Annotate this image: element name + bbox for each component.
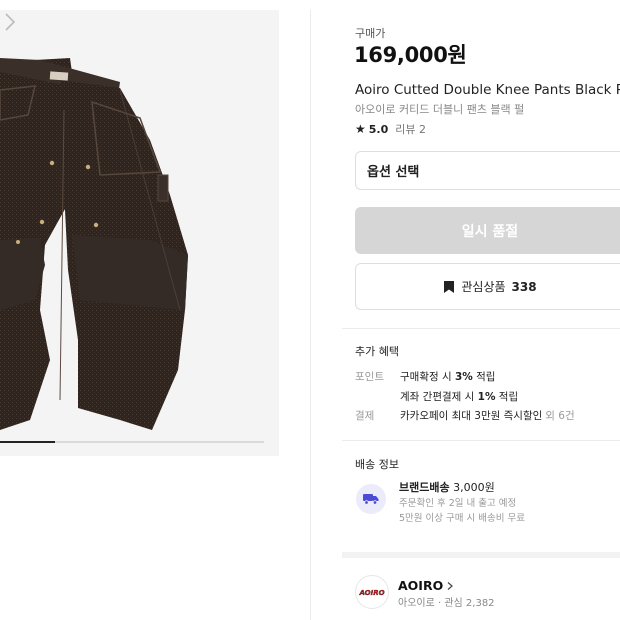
product-title: Aoiro Cutted Double Knee Pants Black Pea: [355, 82, 620, 98]
section-divider: [342, 440, 620, 441]
star-icon: ★: [355, 122, 366, 136]
review-count[interactable]: 리뷰 2: [395, 121, 426, 137]
benefit-point-row-1: 포인트 구매확정 시 3% 적립: [355, 369, 495, 384]
product-image: [0, 58, 188, 430]
benefit-payment-row[interactable]: 결제 카카오페이 최대 3만원 즉시할인 외 6건: [355, 408, 575, 423]
brand-meta: 아오이로 · 관심 2,382: [398, 598, 495, 609]
wishlist-button[interactable]: 관심상품 338: [355, 263, 620, 310]
shipping-free-note: 5만원 이상 구매 시 배송비 무료: [399, 513, 526, 524]
benefit-payment-label: 결제: [355, 410, 375, 422]
brand-name: AOIRO: [398, 578, 444, 593]
wishlist-count: 338: [511, 279, 537, 294]
chevron-right-icon: [447, 581, 454, 590]
product-subtitle: 아오이로 커티드 더블니 팬츠 블랙 펄: [355, 103, 525, 116]
benefit-point-text-2: 계좌 간편결제 시 1% 적립: [400, 391, 519, 403]
benefit-payment-more[interactable]: 외 6건: [545, 408, 574, 423]
option-select-label: 옵션 선택: [367, 165, 420, 180]
panel-divider: [310, 10, 311, 620]
gallery-progress-track: [0, 441, 264, 443]
option-select[interactable]: 옵션 선택: [355, 151, 620, 190]
svg-text:AOIRO: AOIRO: [358, 589, 384, 597]
brand-logo-mark: AOIRO: [358, 589, 384, 597]
benefit-payment-text: 카카오페이 최대 3만원 즉시할인: [400, 410, 543, 422]
truck-icon: [356, 484, 386, 514]
product-image-gallery[interactable]: [0, 10, 279, 456]
soldout-button-label: 일시 품절: [461, 223, 519, 240]
gallery-progress-fill: [0, 441, 56, 443]
chevron-right-icon[interactable]: [0, 10, 20, 34]
section-separator: [342, 552, 620, 558]
brand-logo[interactable]: AOIRO: [355, 575, 389, 609]
rating-score: 5.0: [368, 122, 389, 136]
product-rating[interactable]: ★ 5.0 리뷰 2: [355, 121, 426, 137]
shipping-schedule: 주문확인 후 2일 내 출고 예정: [399, 498, 517, 509]
wishlist-label: 관심상품: [461, 280, 506, 294]
benefit-point-row-2: 계좌 간편결제 시 1% 적립: [355, 389, 518, 404]
product-price: 169,000원: [354, 43, 467, 67]
benefit-point-label: 포인트: [355, 371, 384, 383]
section-divider: [342, 328, 620, 329]
shipping-title: 배송 정보: [355, 458, 399, 471]
bookmark-icon: [444, 280, 455, 293]
shipping-method: 브랜드배송 3,000원: [399, 481, 495, 494]
benefit-point-text-1: 구매확정 시 3% 적립: [400, 371, 496, 383]
brand-name-link[interactable]: AOIRO: [398, 578, 454, 593]
soldout-button[interactable]: 일시 품절: [355, 207, 620, 254]
benefits-title: 추가 혜택: [355, 345, 399, 358]
